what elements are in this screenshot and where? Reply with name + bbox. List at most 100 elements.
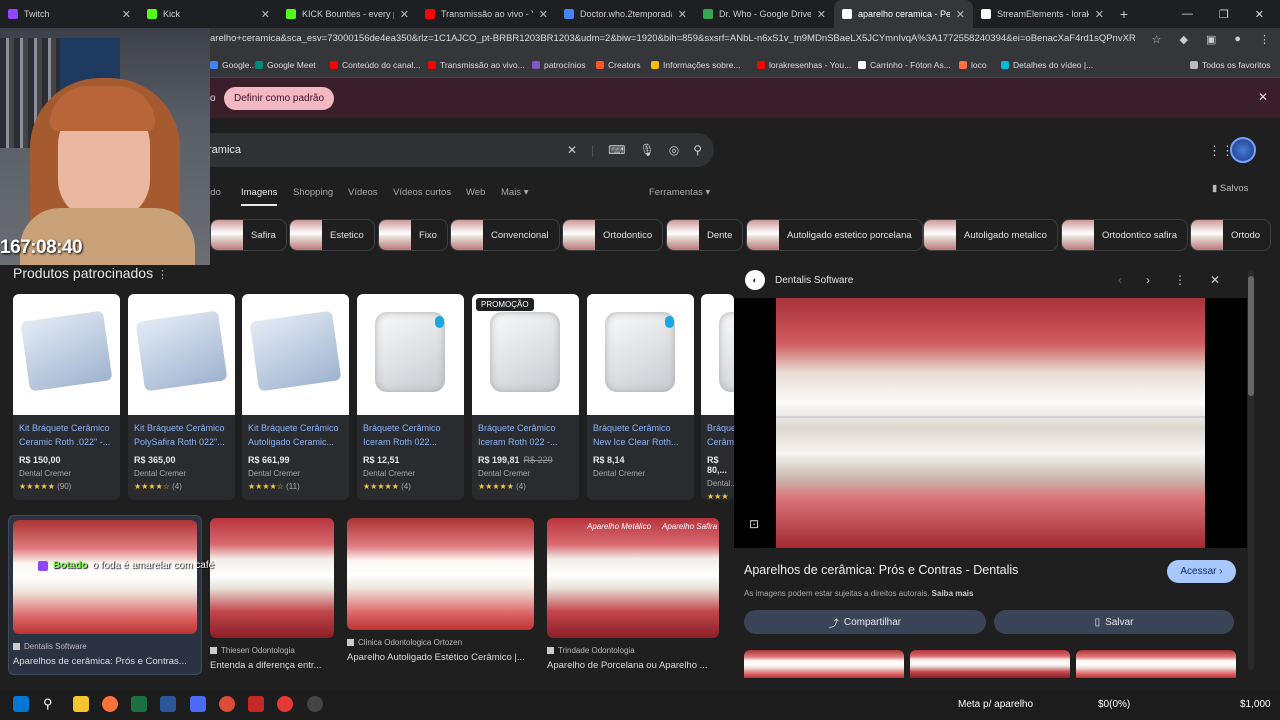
search-input[interactable]: ramica [208,144,241,156]
refinement-chip[interactable]: Ortodontico safira [1061,219,1188,251]
share-button[interactable]: ⤴ Compartilhar [744,610,986,634]
product-name[interactable]: Kit Bráquete Cerâmico PolySafira Roth 02… [128,415,235,451]
product-card[interactable]: Bráquete Cerâmico New Ice Clear Roth... R… [587,294,694,500]
result-title[interactable]: Aparelho de Porcelana ou Aparelho ... [547,660,719,671]
product-card[interactable]: Kit Bráquete Cerâmico Autoligado Ceramic… [242,294,349,500]
tab-close-icon[interactable]: ✕ [400,8,409,21]
close-panel-icon[interactable]: ✕ [1210,273,1220,287]
obs-icon[interactable] [307,696,323,712]
streaming-app-icon[interactable] [248,696,264,712]
result-title[interactable]: Aparelhos de cerâmica: Prós e Contras... [13,656,197,667]
browser-tab[interactable]: StreamElements - lorak ✕ [973,0,1112,28]
new-tab-button[interactable]: + [1112,6,1136,22]
tab-close-icon[interactable]: ✕ [122,8,131,21]
tab-close-icon[interactable]: ✕ [678,8,687,21]
bookmark-item[interactable]: Conteúdo do canal... [330,60,420,70]
save-button[interactable]: ▯ Salvar [994,610,1234,634]
word-icon[interactable] [160,696,176,712]
saved-link[interactable]: ▮ Salvos [1212,183,1248,194]
search-box[interactable]: ramica ✕ | ⌨ 🎙 ◎ ⚲ [200,133,714,167]
refinement-chip[interactable]: Autoligado estetico porcelana [746,219,923,251]
tools-button[interactable]: Ferramentas ▾ [649,187,710,198]
search-taskbar-icon[interactable]: ⚲ [43,696,59,712]
bookmark-item[interactable]: Detalhes do vídeo |... [1001,60,1093,70]
filter-tab[interactable]: Mais ▾ [501,187,528,198]
search-icon[interactable]: ⚲ [693,143,702,157]
windows-start-icon[interactable] [13,696,29,712]
bookmark-item[interactable]: Todos os favoritos [1190,60,1271,70]
refinement-chip[interactable]: Ortodontico [562,219,664,251]
panel-source[interactable]: Dentalis Software [775,275,853,286]
filter-tab[interactable]: Vídeos curtos [393,187,451,198]
bookmark-item[interactable]: loco [959,60,987,70]
filter-tab[interactable]: Vídeos [348,187,378,198]
result-title[interactable]: Aparelho Autoligado Estético Cerâmico |.… [347,652,534,663]
excel-icon[interactable] [131,696,147,712]
refinement-chip[interactable]: Ortodo [1190,219,1272,251]
tab-close-icon[interactable]: ✕ [956,8,965,21]
maximize-icon[interactable]: ❐ [1219,8,1229,21]
menu-icon[interactable]: ⋮ [1259,33,1270,46]
product-card[interactable]: Bráquete Cerâmico Autolig... R$ 80,... Den… [701,294,734,500]
product-card[interactable]: PROMOÇÃO Bráquete Cerâmico Iceram Roth 02… [472,294,579,500]
related-thumb[interactable] [910,650,1070,678]
tab-close-icon[interactable]: ✕ [1095,8,1104,21]
media-player-icon[interactable] [277,696,293,712]
refinement-chip[interactable]: Estetico [289,219,375,251]
product-card[interactable]: Bráquete Cerâmico Iceram Roth 022... R$ 1… [357,294,464,500]
related-thumb[interactable] [744,650,904,678]
filter-tab[interactable]: Imagens [241,187,277,198]
refinement-chip[interactable]: Dente [666,219,744,251]
chrome-icon[interactable] [219,696,235,712]
extension-icon[interactable]: ◆ [1179,33,1187,46]
product-name[interactable]: Kit Bráquete Cerâmico Ceramic Roth .022"… [13,415,120,451]
more-icon[interactable]: ⋮ [1174,273,1186,287]
bookmark-star-icon[interactable]: ☆ [1152,33,1162,46]
clear-icon[interactable]: ✕ [567,143,577,157]
result-thumbnail[interactable]: Aparelho Metálico Aparelho Safira [547,518,719,638]
refinement-chip[interactable]: Convencional [450,219,560,251]
filter-tab[interactable]: Web [466,187,485,198]
browser-tab[interactable]: Transmissão ao vivo - You ✕ [417,0,556,28]
file-explorer-icon[interactable] [73,696,89,712]
tab-close-icon[interactable]: ✕ [539,8,548,21]
refinement-chip[interactable]: Fixo [378,219,448,251]
product-card[interactable]: Kit Bráquete Cerâmico PolySafira Roth 02… [128,294,235,500]
product-name[interactable]: Bráquete Cerâmico Iceram Roth 022 -... [472,415,579,451]
visit-button[interactable]: Acessar › [1167,560,1236,583]
image-result[interactable]: Aparelho Metálico Aparelho Safira Trindade… [547,518,719,671]
minimize-icon[interactable]: — [1182,8,1193,20]
mic-icon[interactable]: 🎙 [639,143,654,157]
bookmark-item[interactable]: Transmissão ao vivo... [428,60,525,70]
profile-icon[interactable]: ● [1234,33,1241,46]
result-title[interactable]: Entenda a diferença entr... [210,660,334,671]
url-field[interactable]: arelho+ceramica&sca_esv=73000156de4ea350… [210,33,1135,44]
result-thumbnail[interactable] [347,518,534,630]
product-name[interactable]: Kit Bráquete Cerâmico Autoligado Ceramic… [242,415,349,451]
set-default-button[interactable]: Definir como padrão [224,87,335,110]
product-name[interactable]: Bráquete Cerâmico Autolig... [701,415,734,451]
product-name[interactable]: Bráquete Cerâmico New Ice Clear Roth... [587,415,694,451]
image-result[interactable]: Thiesen Odontologia Entenda a diferença e… [210,518,334,671]
firefox-icon[interactable] [102,696,118,712]
tab-close-icon[interactable]: ✕ [817,8,826,21]
panel-scrollbar[interactable] [1248,270,1254,670]
lens-icon[interactable]: ◎ [669,143,679,157]
keyboard-icon[interactable]: ⌨ [608,143,625,157]
bookmark-item[interactable]: Google Meet [255,60,316,70]
result-thumbnail[interactable] [13,520,197,634]
close-window-icon[interactable]: ✕ [1255,8,1264,21]
refinement-chip[interactable]: Safira [210,219,287,251]
account-avatar[interactable] [1230,137,1256,163]
bookmark-item[interactable]: Informações sobre... [651,60,740,70]
app-icon[interactable] [190,696,206,712]
next-icon[interactable]: › [1146,273,1150,287]
browser-tab[interactable]: Kick ✕ [139,0,278,28]
preview-image[interactable] [734,298,1247,548]
browser-tab[interactable]: Doctor.who.2temporada.z ✕ [556,0,695,28]
image-result[interactable]: Dentalis Software Aparelhos de cerâmica: … [8,515,202,675]
browser-tab[interactable]: Dr. Who - Google Drive ✕ [695,0,834,28]
filter-tab[interactable]: Shopping [293,187,333,198]
puzzle-icon[interactable]: ▣ [1206,33,1216,46]
related-thumb[interactable] [1076,650,1236,678]
